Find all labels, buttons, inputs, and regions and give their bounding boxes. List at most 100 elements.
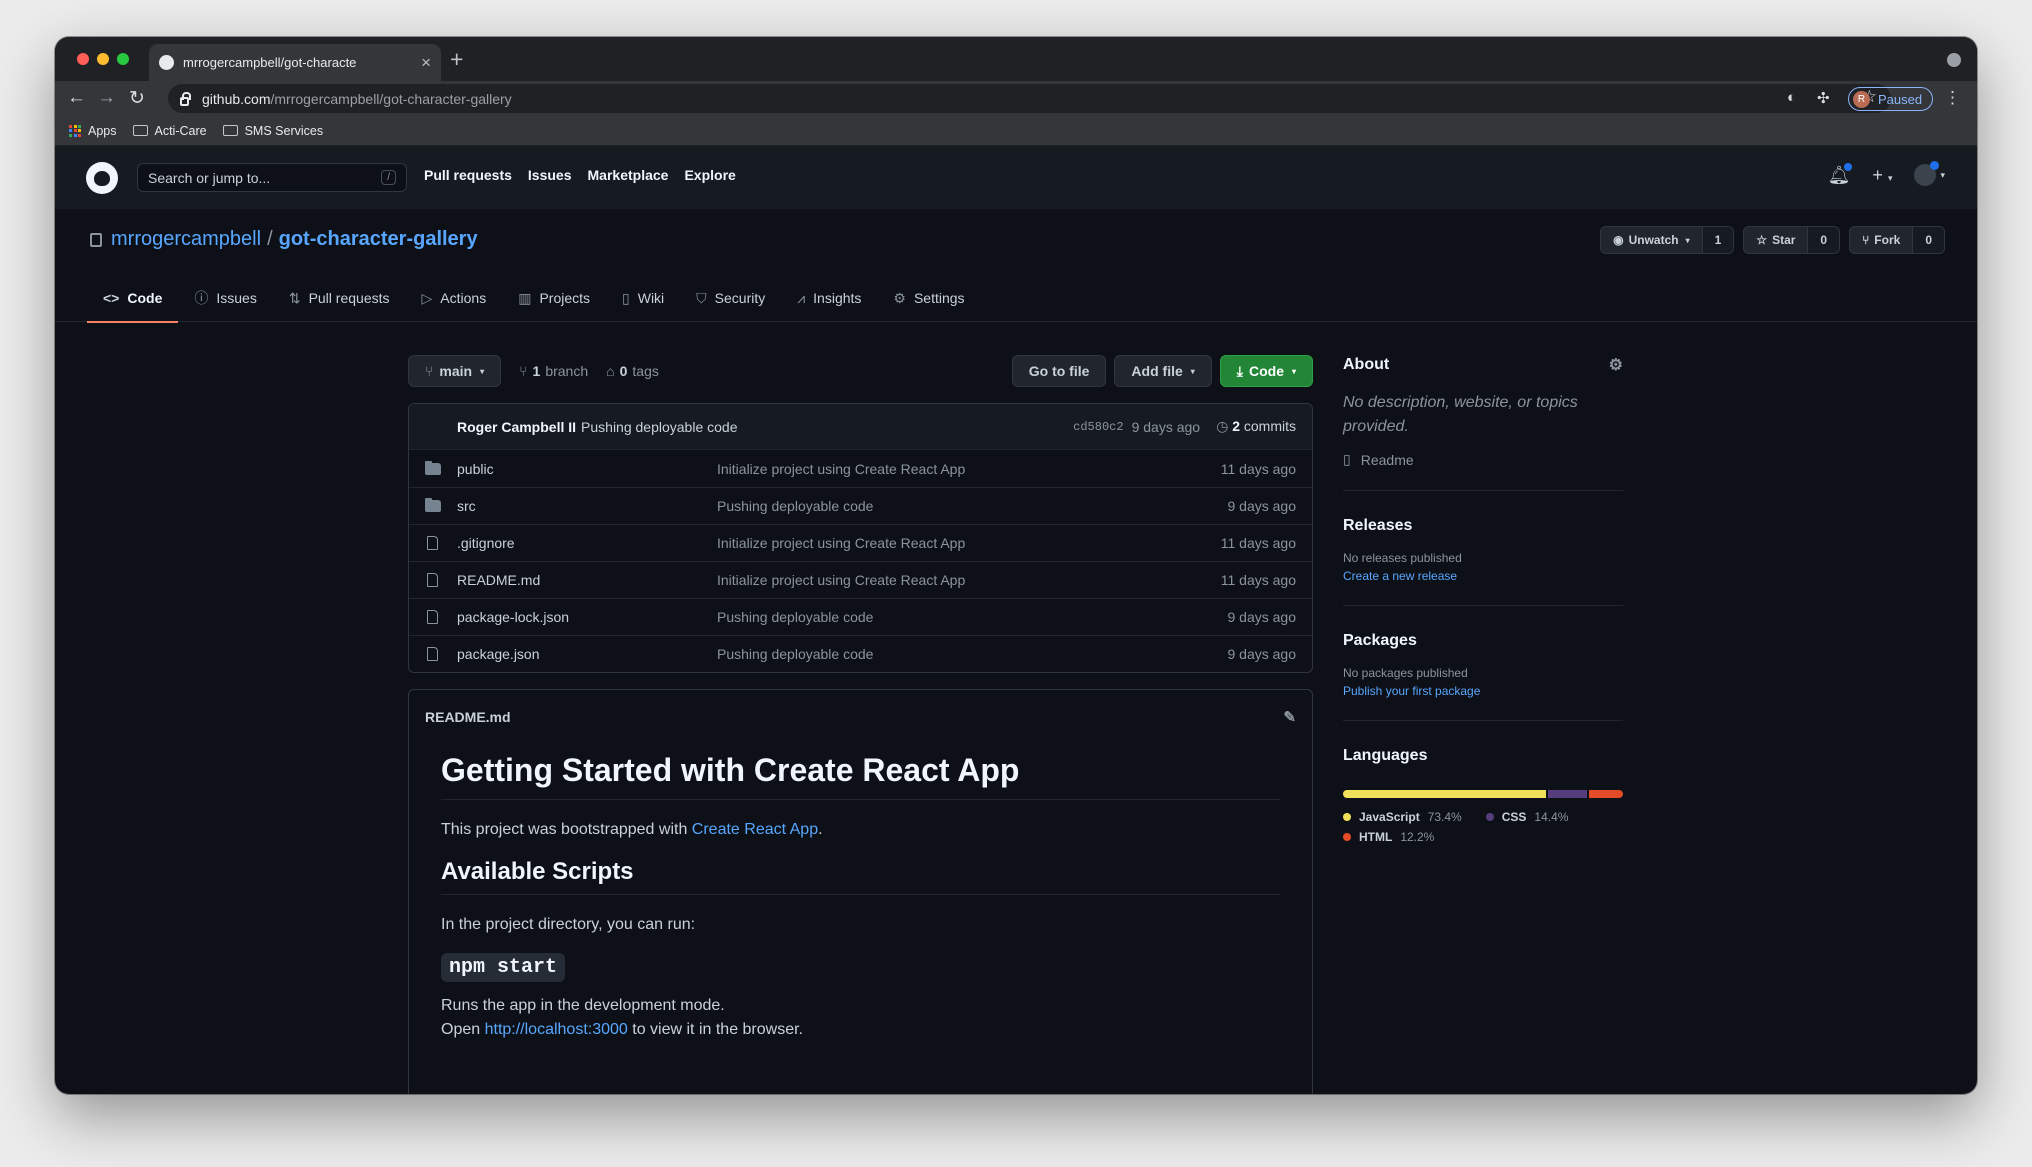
file-name-link[interactable]: .gitignore <box>457 535 717 551</box>
file-name-link[interactable]: src <box>457 498 717 514</box>
tab-search-icon[interactable] <box>1947 53 1961 67</box>
nav-marketplace[interactable]: Marketplace <box>588 167 669 183</box>
commit-author[interactable]: Roger Campbell II <box>457 419 576 435</box>
file-name-link[interactable]: package.json <box>457 646 717 662</box>
directory-icon <box>425 498 457 512</box>
tags-link[interactable]: ⌂ 0 tags <box>606 363 659 379</box>
nav-issues[interactable]: Issues <box>528 167 572 183</box>
forward-arrow-icon[interactable]: → <box>97 87 116 109</box>
notifications-bell-icon[interactable]: 🔔︎ <box>1828 162 1853 186</box>
language-item[interactable]: JavaScript 73.4% <box>1343 810 1462 824</box>
file-commit-message[interactable]: Pushing deployable code <box>717 646 1228 662</box>
browser-tab[interactable]: mrrogercampbell/got-characte × <box>149 44 441 81</box>
about-description: No description, website, or topics provi… <box>1343 394 1578 435</box>
file-name-link[interactable]: public <box>457 461 717 477</box>
watch-count[interactable]: 1 <box>1701 227 1734 253</box>
tab-wiki[interactable]: ▯ Wiki <box>606 274 680 322</box>
tab-insights[interactable]: ⩘ Insights <box>781 274 877 322</box>
go-to-file-button[interactable]: Go to file <box>1011 355 1107 387</box>
user-menu[interactable]: ▾ <box>1914 161 1945 186</box>
readme-paragraph: In the project directory, you can run: <box>441 916 696 933</box>
code-button[interactable]: ⤓ Code ▾ <box>1219 355 1313 387</box>
create-new-dropdown[interactable]: + ▾ <box>1872 165 1892 186</box>
file-commit-age: 11 days ago <box>1220 460 1296 477</box>
notification-dot <box>1844 162 1853 171</box>
tab-code[interactable]: <> Code <box>87 274 179 323</box>
fork-button[interactable]: ⑂ Fork 0 <box>1849 226 1945 254</box>
file-commit-message[interactable]: Pushing deployable code <box>717 609 1228 625</box>
close-window-button[interactable] <box>77 53 89 65</box>
commit-message[interactable]: Pushing deployable code <box>581 419 737 435</box>
new-tab-button[interactable]: + <box>450 46 463 73</box>
close-tab-icon[interactable]: × <box>421 54 431 71</box>
tab-projects[interactable]: ▥ Projects <box>502 274 606 322</box>
gear-icon[interactable]: ⚙ <box>1609 355 1623 375</box>
puzzle-extensions-icon[interactable]: ✣ <box>1817 89 1830 107</box>
edit-pencil-icon[interactable]: ✎ <box>1283 708 1296 726</box>
create-react-app-link[interactable]: Create React App <box>692 821 818 838</box>
file-commit-message[interactable]: Initialize project using Create React Ap… <box>717 535 1221 551</box>
bookmarks-bar: Apps Acti-Care SMS Services <box>55 116 1977 146</box>
browser-toolbar: ← → ↻ github.com/mrrogercampbell/got-cha… <box>55 81 1977 116</box>
tab-settings[interactable]: ⚙ Settings <box>877 274 980 322</box>
readme-link[interactable]: ▯ Readme <box>1343 451 1623 468</box>
file-name-link[interactable]: package-lock.json <box>457 609 717 625</box>
reload-icon[interactable]: ↻ <box>129 87 145 110</box>
language-color-dot <box>1485 813 1494 821</box>
extension-icon[interactable]: ◐ <box>1787 89 1796 106</box>
repo-name-link[interactable]: got-character-gallery <box>279 228 478 251</box>
star-button[interactable]: ☆ Star 0 <box>1743 226 1841 254</box>
language-item[interactable]: CSS 14.4% <box>1485 810 1568 824</box>
packages-heading[interactable]: Packages <box>1343 632 1623 650</box>
branches-link[interactable]: ⑂ 1 branch <box>519 363 588 379</box>
back-arrow-icon[interactable]: ← <box>67 87 86 109</box>
github-logo-icon[interactable] <box>86 162 118 194</box>
tab-issues[interactable]: ⓘ Issues <box>178 274 272 322</box>
commits-link[interactable]: ◷ 2 commits <box>1216 418 1296 435</box>
readme-filename[interactable]: README.md <box>425 709 511 725</box>
bookmark-sms-services[interactable]: SMS Services <box>222 124 323 138</box>
browser-menu-icon[interactable]: ⋮ <box>1944 88 1961 108</box>
profile-button[interactable]: R Paused <box>1848 87 1934 111</box>
packages-status: No packages published <box>1343 666 1468 680</box>
bookmark-acti-care[interactable]: Acti-Care <box>132 124 207 138</box>
tab-pull-requests[interactable]: ⇅ Pull requests <box>273 274 406 322</box>
tab-actions[interactable]: ▷ Actions <box>406 274 503 322</box>
add-file-button[interactable]: Add file ▾ <box>1114 355 1212 387</box>
file-commit-message[interactable]: Initialize project using Create React Ap… <box>717 572 1221 588</box>
fork-label: Fork <box>1874 233 1901 247</box>
tag-word: tags <box>632 363 659 379</box>
tab-label: Insights <box>813 290 862 306</box>
book-icon: ▯ <box>1343 451 1351 467</box>
branch-select-button[interactable]: ⑂ main ▾ <box>408 355 502 387</box>
nav-pull-requests[interactable]: Pull requests <box>424 167 512 183</box>
language-item[interactable]: HTML 12.2% <box>1343 830 1434 844</box>
star-count[interactable]: 0 <box>1807 227 1840 253</box>
minimize-window-button[interactable] <box>97 53 109 65</box>
language-color-dot <box>1343 813 1351 821</box>
publish-package-link[interactable]: Publish your first package <box>1343 684 1623 698</box>
tab-security[interactable]: ⛉ Security <box>680 274 781 322</box>
fork-count[interactable]: 0 <box>1912 227 1944 253</box>
file-commit-age: 9 days ago <box>1227 646 1297 662</box>
create-release-link[interactable]: Create a new release <box>1343 569 1623 583</box>
readme-subheading: Available Scripts <box>441 858 1280 895</box>
file-name-link[interactable]: README.md <box>457 572 717 588</box>
folder-icon <box>222 125 238 136</box>
browser-tab-bar: mrrogercampbell/got-characte × + <box>55 37 1977 81</box>
file-commit-message[interactable]: Initialize project using Create React Ap… <box>717 461 1221 477</box>
file-commit-message[interactable]: Pushing deployable code <box>717 498 1228 514</box>
repo-main: ⑂ main ▾ ⑂ 1 branch ⌂ 0 tags Go to file … <box>408 355 1313 1094</box>
file-icon <box>425 647 457 661</box>
localhost-link[interactable]: http://localhost:3000 <box>485 1021 628 1038</box>
search-input[interactable]: Search or jump to... / <box>137 163 407 192</box>
nav-explore[interactable]: Explore <box>684 167 735 183</box>
releases-heading[interactable]: Releases <box>1343 517 1623 535</box>
address-bar[interactable]: github.com/mrrogercampbell/got-character… <box>168 84 1891 113</box>
commit-sha[interactable]: cd580c2 <box>1073 420 1123 434</box>
watch-button[interactable]: ◉ Unwatch ▾ 1 <box>1600 226 1735 254</box>
maximize-window-button[interactable] <box>117 53 129 65</box>
repo-owner-link[interactable]: mrrogercampbell <box>111 228 261 251</box>
bookmark-apps[interactable]: Apps <box>69 124 117 138</box>
branch-name: main <box>439 363 473 379</box>
